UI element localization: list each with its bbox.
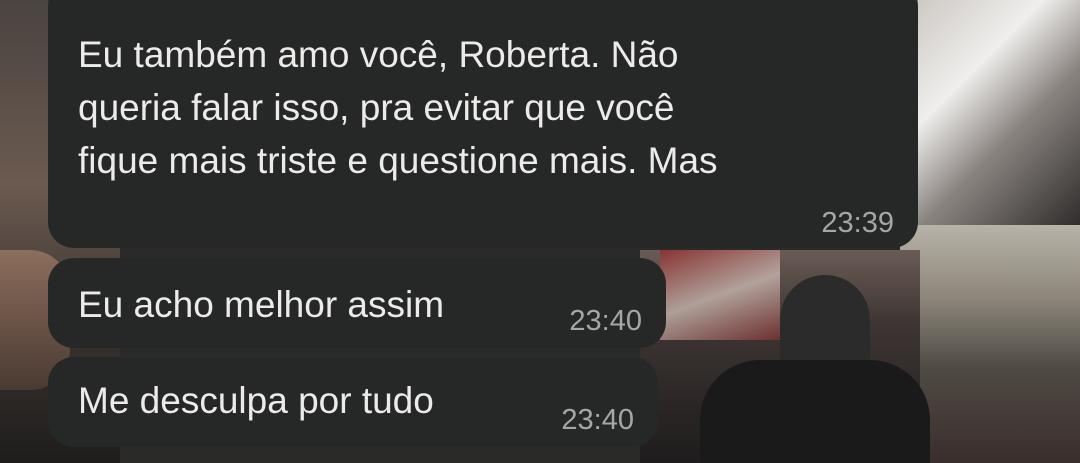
wallpaper-photo-jacket	[700, 360, 930, 463]
message-timestamp: 23:40	[569, 305, 642, 337]
message-bubble[interactable]: Me desculpa por tudo 23:40	[48, 357, 658, 447]
message-bubble[interactable]: Eu também amo você, Roberta. Não queria …	[48, 0, 918, 248]
message-bubble[interactable]: Eu acho melhor assim 23:40	[48, 258, 666, 348]
message-timestamp: 23:40	[561, 404, 634, 436]
message-text: Eu também amo você, Roberta. Não queria …	[78, 34, 718, 181]
message-text: Me desculpa por tudo	[78, 380, 434, 421]
wallpaper-photo-jersey	[660, 250, 780, 340]
wallpaper-photo-top-right	[900, 0, 1080, 230]
message-timestamp: 23:39	[821, 207, 894, 239]
message-text: Eu acho melhor assim	[78, 284, 445, 325]
